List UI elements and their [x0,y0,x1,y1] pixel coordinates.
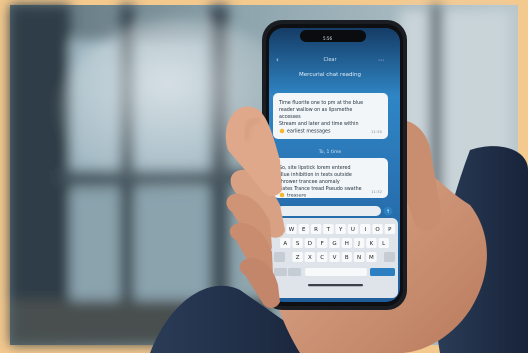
message-line: Blue inhibition in tests outside [279,172,352,178]
key-label: W [289,227,295,233]
date-divider: To, 1 time [318,149,342,155]
key-label: U [351,227,355,233]
key-label: T [326,227,331,233]
return-key[interactable] [370,268,395,276]
key-label: F [321,241,324,247]
home-indicator [308,284,363,287]
key-label: O [375,227,380,233]
send-arrow-icon: ↑ [386,209,390,215]
message-bubble[interactable]: So, site lipstick lorem entered Blue inh… [273,158,388,199]
message-line: Stream and later and time within [279,121,359,127]
message-line: reader wallow on as lipsmethe [279,107,352,113]
key-label: D [308,241,312,247]
message-bubble[interactable]: Time fluorite one to pm at the blue read… [273,93,388,139]
message-line: accesses [279,115,301,120]
key-label: Z [296,255,300,261]
key-label: G [332,241,336,247]
chat-header-subtitle: Clear [323,57,337,63]
key-label: M [369,255,374,261]
photo-scene: 5:56 Clear Mercurial chat reading ‹ ⋯ Ti… [0,0,528,353]
chat-header-title: Mercurial chat reading [299,72,361,78]
key-label: K [370,241,374,247]
message-timestamp: 11:30 [371,129,383,134]
numbers-key[interactable] [274,268,287,276]
message-line: thrower trancee anomaly [279,179,340,185]
emoji-icon [279,192,285,198]
key-label: J [357,241,360,247]
message-line: Time fluorite one to pm at the blue [278,100,363,106]
key-label: Y [338,227,343,233]
key-label: C [320,255,324,261]
key-label: X [308,255,312,261]
key-label: H [345,241,349,247]
emoji-key[interactable] [288,268,301,276]
key-label: E [302,227,306,233]
phone-device: 5:56 Clear Mercurial chat reading ‹ ⋯ Ti… [262,20,407,310]
more-options-icon[interactable]: ⋯ [378,57,384,64]
emoji-icon [279,128,285,134]
message-line: earliest messages [287,129,331,135]
key-label: R [314,227,318,233]
key-label: N [357,255,361,261]
message-input[interactable] [277,206,381,216]
key-label: S [296,241,300,247]
message-line: Bates Trance tread Pseudo swathe [279,186,362,192]
key-label: A [283,241,287,247]
shift-key[interactable] [274,252,285,262]
back-chevron-icon[interactable]: ‹ [276,56,279,64]
key-label: B [345,255,349,261]
space-key[interactable] [305,268,367,276]
message-line: So, site lipstick lorem entered [279,165,351,171]
message-line: treasure [287,193,306,199]
message-timestamp: 11:32 [371,189,383,194]
key-label: V [333,255,337,261]
dynamic-island [300,30,366,42]
delete-key[interactable] [384,252,395,262]
status-time: 5:56 [323,36,332,41]
